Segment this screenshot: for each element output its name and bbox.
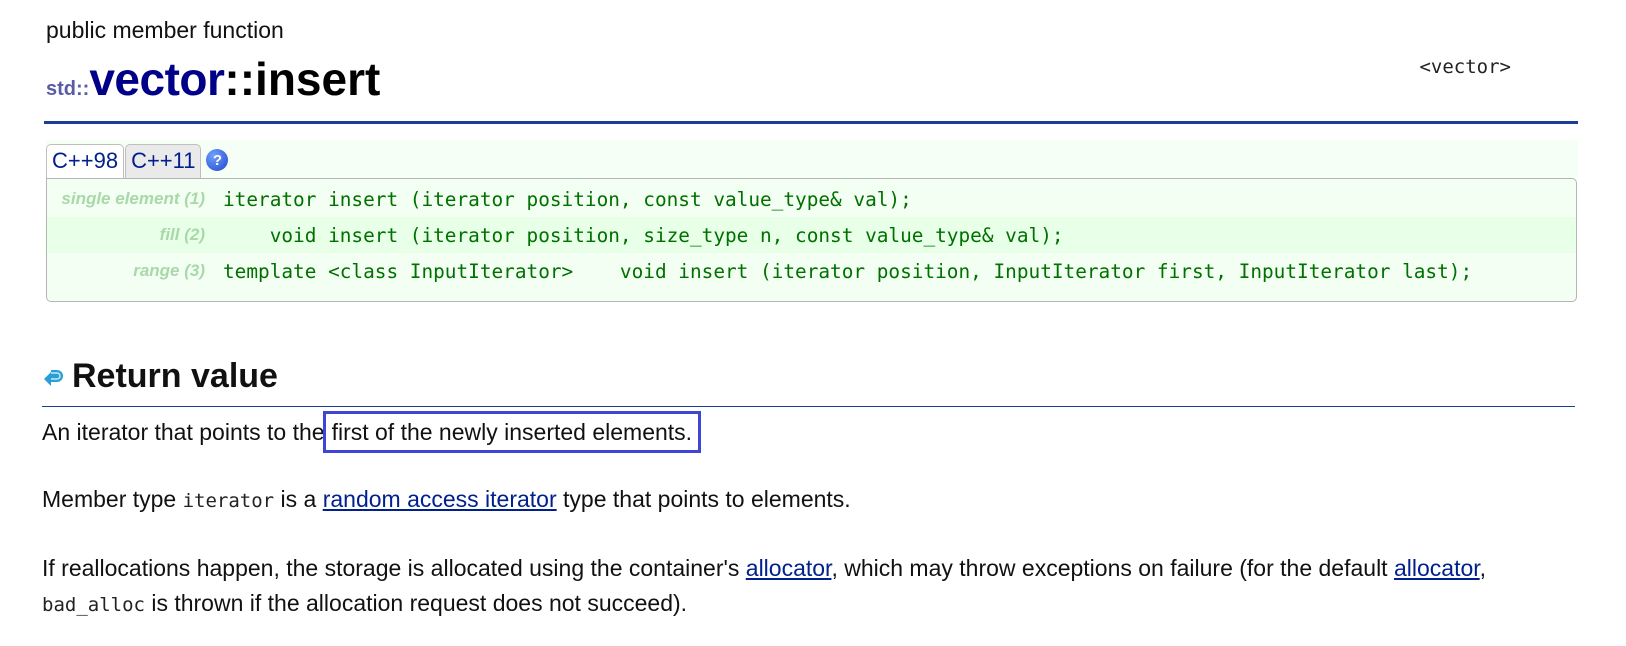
declaration-row: range (3) template <class InputIterator>… xyxy=(47,253,1576,289)
text: is a xyxy=(274,486,323,512)
help-icon[interactable]: ? xyxy=(206,149,229,171)
section-divider xyxy=(42,406,1575,407)
text: , which may throw exceptions on failure … xyxy=(831,555,1394,581)
title-function: ::insert xyxy=(224,53,381,105)
text: type that points to elements. xyxy=(556,486,851,512)
tab-cpp98[interactable]: C++98 xyxy=(46,144,125,178)
version-tabs: C++98 C++11 ? xyxy=(46,140,1578,178)
declaration-code: void insert (iterator position, size_typ… xyxy=(223,223,1064,247)
title-class: vector xyxy=(89,53,225,105)
return-paragraph-2: Member type iterator is a random access … xyxy=(42,481,851,519)
page-title: std::vector::insert xyxy=(46,56,380,102)
text: Member type xyxy=(42,486,183,512)
header-file-label: <vector> xyxy=(1419,56,1511,78)
default-allocator-link[interactable]: allocator xyxy=(1394,555,1480,581)
return-arrow-icon xyxy=(44,369,63,386)
return-paragraph-3: If reallocations happen, the storage is … xyxy=(42,550,1486,586)
return-value-heading: Return value xyxy=(42,357,278,396)
declaration-box: single element (1) iterator insert (iter… xyxy=(46,178,1577,302)
declaration-label: single element (1) xyxy=(61,189,205,208)
title-divider xyxy=(44,121,1578,124)
return-paragraph-3-cont: bad_alloc is thrown if the allocation re… xyxy=(42,585,687,623)
section-title: Return value xyxy=(72,357,278,395)
member-kind-label: public member function xyxy=(46,17,284,43)
declaration-row: single element (1) iterator insert (iter… xyxy=(47,181,1576,217)
declaration-code: template <class InputIterator> void inse… xyxy=(223,259,1473,283)
highlighted-text: first of the newly inserted elements. xyxy=(322,411,702,453)
random-access-iterator-link[interactable]: random access iterator xyxy=(323,486,557,512)
return-paragraph-1: An iterator that points to the first of t… xyxy=(42,411,702,453)
declaration-code: iterator insert (iterator position, cons… xyxy=(223,187,912,211)
tab-cpp11[interactable]: C++11 xyxy=(125,144,202,178)
code-term: bad_alloc xyxy=(42,594,145,616)
declaration-label: range (3) xyxy=(133,261,205,280)
title-namespace: std:: xyxy=(46,78,90,100)
text: , xyxy=(1479,555,1487,581)
text: If reallocations happen, the storage is … xyxy=(42,555,746,581)
text: An iterator that points to the xyxy=(42,419,325,445)
declaration-row: fill (2) void insert (iterator position,… xyxy=(47,217,1576,253)
allocator-link[interactable]: allocator xyxy=(746,555,832,581)
declaration-label: fill (2) xyxy=(159,225,205,244)
code-term: iterator xyxy=(182,490,275,512)
text: is thrown if the allocation request does… xyxy=(144,590,688,616)
